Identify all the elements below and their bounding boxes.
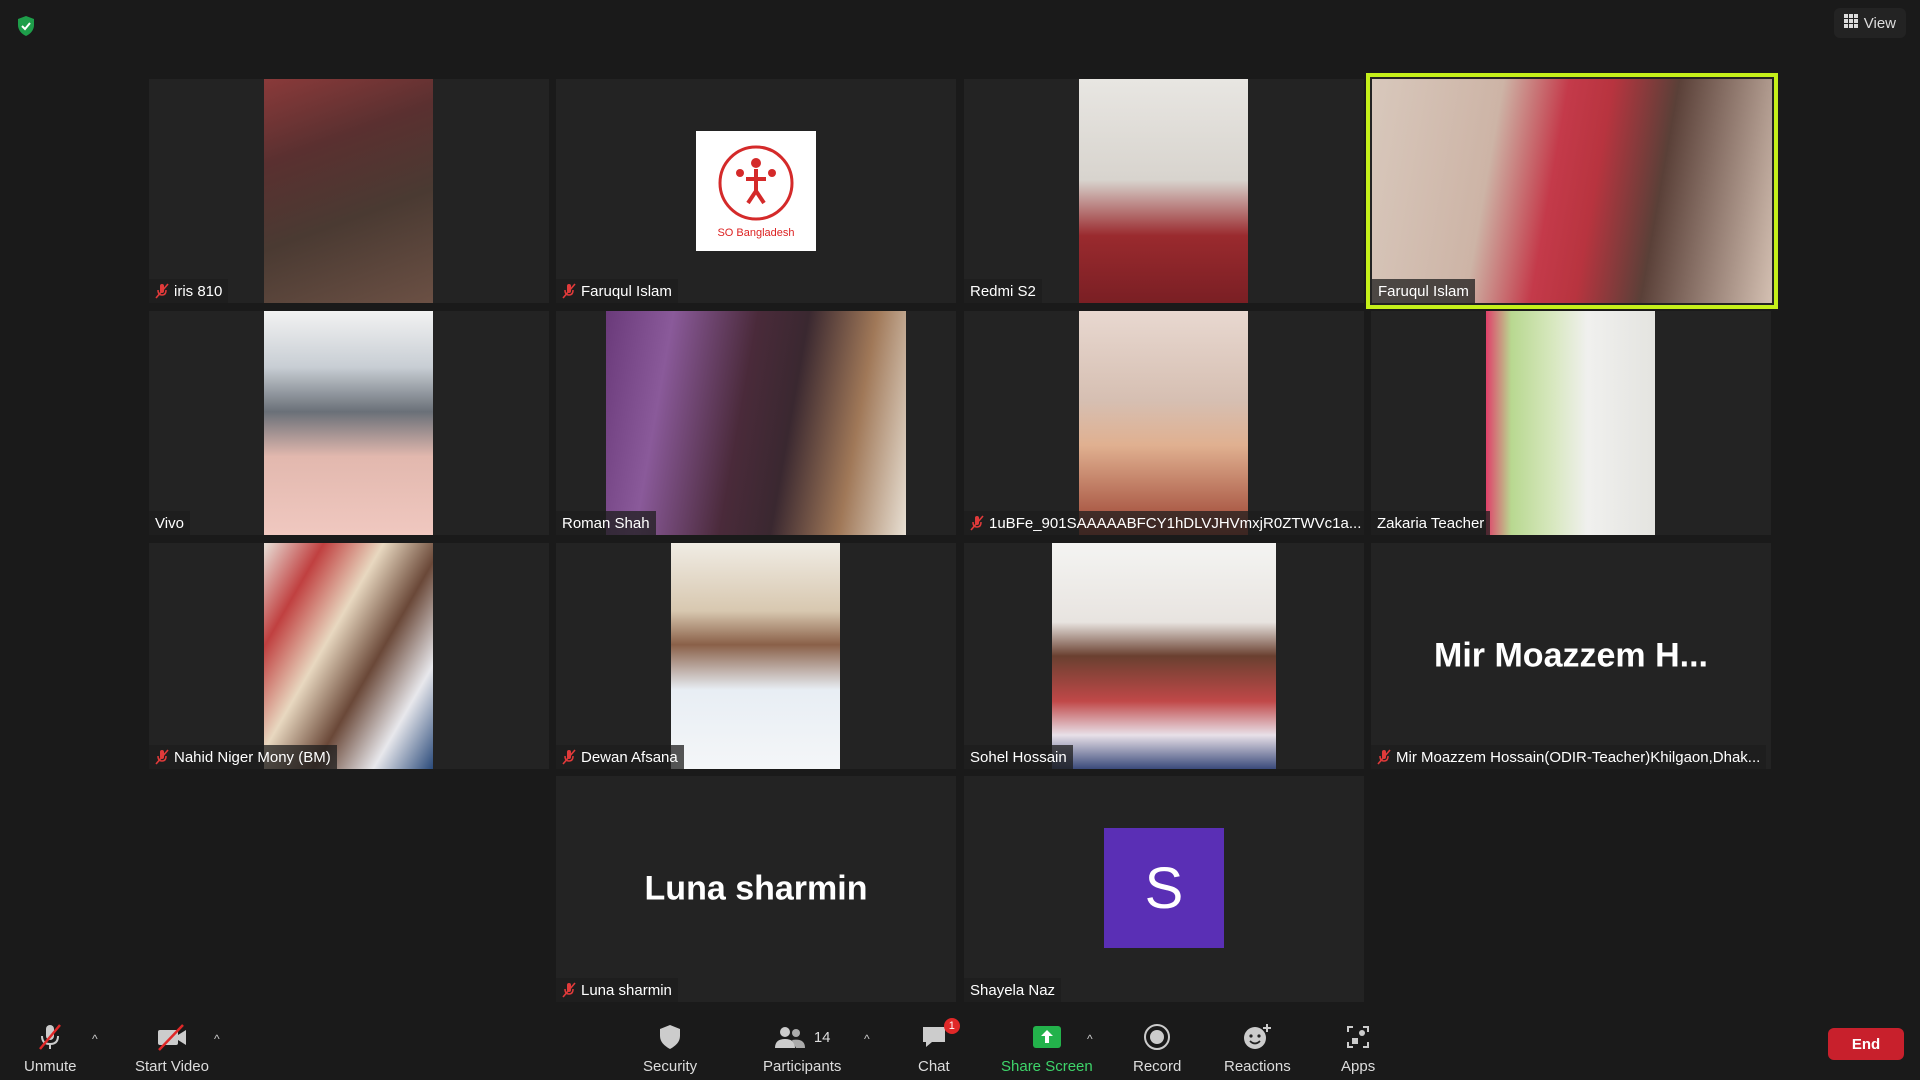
gallery-grid: iris 810 SO Bangladesh Faruqul Islam Red… [0,0,1920,1010]
video-camera-off-icon [157,1024,186,1051]
security-label: Security [643,1058,698,1075]
participant-tile[interactable]: Sohel Hossain [964,543,1364,769]
end-meeting-button[interactable]: End [1828,1028,1904,1060]
smiley-plus-icon [1244,1024,1272,1049]
unmute-label: Unmute [24,1058,77,1075]
mic-muted-icon [970,515,984,531]
mic-muted-icon [562,283,576,299]
participant-name-label: Sohel Hossain [964,745,1073,769]
chat-unread-badge: 1 [943,1018,960,1034]
unmute-button[interactable]: Unmute [24,1022,77,1075]
share-screen-icon [1032,1026,1061,1048]
participant-tile[interactable]: iris 810 [149,79,549,303]
participant-tile[interactable]: SO Bangladesh Faruqul Islam [556,79,956,303]
participants-count: 14 [813,1028,831,1046]
participant-display-name: Luna sharmin [644,869,868,908]
participant-name-label: 1uBFe_901SAAAAABFCY1hDLVJHVmxjR0ZTWVc1a.… [964,511,1364,535]
participant-name-label: Redmi S2 [964,279,1042,303]
participants-button[interactable]: 14 Participants [763,1022,841,1075]
start-video-label: Start Video [135,1058,209,1075]
participant-display-name: Mir Moazzem H... [1434,636,1708,675]
audio-options-caret[interactable]: ^ [92,1032,98,1046]
record-button[interactable]: Record [1133,1022,1181,1075]
video-options-caret[interactable]: ^ [214,1032,220,1046]
logo-text: SO Bangladesh [717,227,795,239]
participant-video [1052,543,1276,769]
mic-muted-icon [155,283,169,299]
start-video-button[interactable]: Start Video [135,1022,209,1075]
participant-tile[interactable]: Luna sharmin Luna sharmin [556,776,956,1002]
participant-tile[interactable]: Zakaria Teacher [1371,311,1771,535]
share-options-caret[interactable]: ^ [1087,1032,1093,1046]
participant-tile[interactable]: Redmi S2 [964,79,1364,303]
participant-avatar: S [1104,828,1224,948]
participants-label: Participants [763,1058,842,1075]
mic-muted-icon [155,749,169,765]
people-icon [774,1027,805,1048]
participant-video [1372,79,1772,303]
participant-video [606,311,906,535]
participant-video [671,543,840,769]
participant-name-label: Luna sharmin [556,978,678,1002]
active-speaker-tile[interactable]: Faruqul Islam [1366,73,1778,309]
participant-tile[interactable]: Dewan Afsana [556,543,956,769]
reactions-label: Reactions [1224,1058,1291,1075]
participant-video [264,311,433,535]
participant-name-label: Shayela Naz [964,978,1062,1002]
participant-video [1079,79,1248,303]
participant-video [1079,311,1248,535]
participant-tile[interactable]: Mir Moazzem H... Mir Moazzem Hossain(ODI… [1371,543,1771,769]
share-screen-button[interactable]: Share Screen [1001,1022,1093,1075]
participant-video [264,543,433,769]
security-button[interactable]: Security [643,1022,697,1075]
mic-muted-icon [562,982,576,998]
participant-video [264,79,433,303]
participant-name-label: Vivo [149,511,190,535]
participant-tile[interactable]: Vivo [149,311,549,535]
participant-name-label: iris 810 [149,279,229,303]
chat-button[interactable]: 1 Chat [918,1018,960,1075]
participant-tile[interactable]: S Shayela Naz [964,776,1364,1002]
participant-name-label: Nahid Niger Mony (BM) [149,745,337,769]
meeting-toolbar: Unmute ^ Start Video ^ Security 14 Parti… [0,1010,1920,1080]
mic-muted-icon [1377,749,1391,765]
participants-options-caret[interactable]: ^ [864,1032,870,1046]
participant-tile[interactable]: Nahid Niger Mony (BM) [149,543,549,769]
reactions-button[interactable]: Reactions [1224,1022,1291,1075]
shield-icon [660,1025,681,1049]
participant-name-label: Roman Shah [556,511,656,535]
record-icon [1144,1024,1171,1050]
participant-tile[interactable]: 1uBFe_901SAAAAABFCY1hDLVJHVmxjR0ZTWVc1a.… [964,311,1364,535]
participant-name-label: Dewan Afsana [556,745,684,769]
apps-button[interactable]: Apps [1341,1022,1375,1075]
so-bangladesh-logo: SO Bangladesh [696,131,816,251]
participant-name-label: Faruqul Islam [556,279,678,303]
apps-icon [1347,1026,1370,1048]
participant-name-label: Faruqul Islam [1372,279,1475,303]
record-label: Record [1133,1058,1182,1075]
participant-video [1486,311,1655,535]
mic-muted-icon [562,749,576,765]
share-screen-label: Share Screen [1001,1058,1093,1075]
participant-name-label: Zakaria Teacher [1371,511,1491,535]
participant-tile[interactable]: Roman Shah [556,311,956,535]
participant-name-label: Mir Moazzem Hossain(ODIR-Teacher)Khilgao… [1371,745,1767,769]
apps-label: Apps [1341,1058,1376,1075]
microphone-muted-icon [39,1024,62,1050]
chat-label: Chat [918,1058,950,1075]
